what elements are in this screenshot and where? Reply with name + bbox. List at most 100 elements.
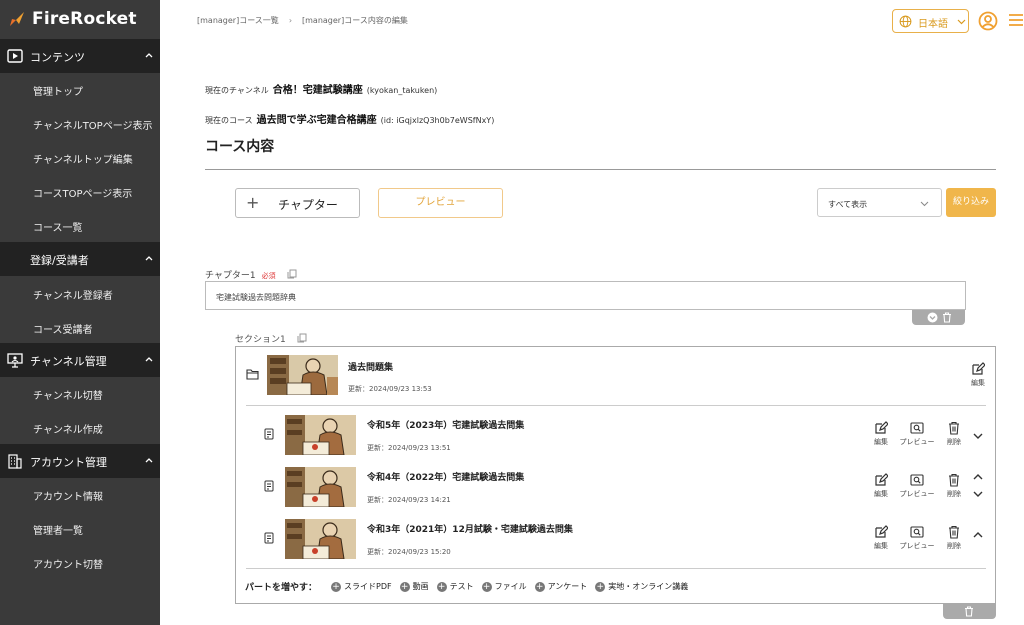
breadcrumb-item-course-edit: [manager]コース内容の編集 bbox=[302, 16, 408, 25]
chevron-up-icon bbox=[145, 357, 153, 362]
plus-circle-icon: + bbox=[595, 581, 606, 592]
trash-icon bbox=[949, 421, 959, 435]
edit-icon bbox=[875, 473, 888, 486]
logo[interactable]: FireRocket bbox=[8, 8, 137, 30]
preview-icon bbox=[910, 526, 924, 538]
breadcrumb-separator: › bbox=[288, 16, 293, 25]
plus-circle-icon: + bbox=[534, 581, 545, 592]
item-edit-button[interactable]: 編集 bbox=[867, 421, 895, 449]
folder-title: 過去問題集 bbox=[348, 363, 394, 373]
add-part-survey[interactable]: + アンケート bbox=[534, 581, 587, 592]
chevron-up-icon bbox=[145, 458, 153, 463]
folder-edit-button[interactable]: 編集 bbox=[964, 362, 992, 390]
thumbnail-image bbox=[285, 467, 356, 507]
chevron-down-icon bbox=[957, 19, 966, 25]
item-updated-date: 更新：2024/09/23 13:51 bbox=[367, 444, 451, 452]
add-part-file[interactable]: + ファイル bbox=[481, 581, 527, 592]
move-down-chevron-icon[interactable] bbox=[972, 431, 984, 441]
edit-icon bbox=[875, 525, 888, 538]
trash-icon bbox=[949, 525, 959, 539]
filter-select[interactable]: すべて表示 bbox=[817, 188, 942, 217]
thumbnail-image bbox=[267, 355, 338, 395]
page-title: コース内容 bbox=[205, 139, 275, 155]
globe-icon bbox=[899, 15, 912, 28]
sidebar-item-course-students[interactable]: コース受講者 bbox=[0, 310, 160, 344]
chevron-up-icon bbox=[145, 256, 153, 261]
preview-button[interactable]: プレビュー bbox=[378, 188, 503, 218]
item-updated-date: 更新：2024/09/23 15:20 bbox=[367, 548, 451, 556]
play-icon bbox=[7, 49, 23, 63]
sidebar-section-registrants[interactable]: 登録/受講者 bbox=[0, 242, 160, 276]
item-delete-button[interactable]: 削除 bbox=[940, 421, 968, 449]
sidebar-section-label: コンテンツ bbox=[30, 51, 85, 64]
chapter-title-input[interactable]: 宅建試験過去問題辞典 bbox=[205, 281, 966, 310]
course-name: 過去問で学ぶ宅建合格講座 bbox=[256, 115, 377, 126]
copy-icon[interactable] bbox=[287, 269, 297, 279]
move-down-chevron-icon[interactable] bbox=[972, 489, 984, 499]
add-part-slide-pdf[interactable]: + スライドPDF bbox=[331, 581, 392, 592]
sidebar-section-contents[interactable]: コンテンツ bbox=[0, 39, 160, 73]
plus-circle-icon: + bbox=[481, 581, 492, 592]
sidebar-item-course-list[interactable]: コース一覧 bbox=[0, 208, 160, 242]
chapter-label: チャプター1 bbox=[205, 271, 256, 281]
item-edit-button[interactable]: 編集 bbox=[867, 525, 895, 553]
folder-icon bbox=[246, 369, 259, 380]
item-preview-button[interactable]: プレビュー bbox=[897, 473, 937, 501]
item-preview-button[interactable]: プレビュー bbox=[897, 525, 937, 553]
trash-icon[interactable] bbox=[964, 606, 974, 617]
presentation-icon bbox=[7, 353, 23, 368]
item-edit-button[interactable]: 編集 bbox=[867, 473, 895, 501]
user-icon[interactable] bbox=[978, 11, 998, 31]
sidebar-item-channel-create[interactable]: チャンネル作成 bbox=[0, 410, 160, 444]
item-preview-button[interactable]: プレビュー bbox=[897, 421, 937, 449]
sidebar-item-channel-registrants[interactable]: チャンネル登録者 bbox=[0, 276, 160, 310]
chapter-controls bbox=[912, 310, 965, 325]
document-icon bbox=[264, 480, 274, 492]
sidebar-item-admin-top[interactable]: 管理トップ bbox=[0, 72, 160, 106]
filter-button[interactable]: 絞り込み bbox=[946, 188, 996, 217]
collapse-chevron-icon[interactable] bbox=[927, 312, 938, 323]
add-part-live-lecture[interactable]: + 実地・オンライン講義 bbox=[595, 581, 688, 592]
language-select[interactable]: 日本語 bbox=[892, 9, 969, 33]
breadcrumb-item-course-list[interactable]: [manager]コース一覧 bbox=[197, 16, 279, 25]
sidebar-item-admin-list[interactable]: 管理者一覧 bbox=[0, 511, 160, 545]
sidebar-section-account-management[interactable]: アカウント管理 bbox=[0, 444, 160, 478]
preview-icon bbox=[910, 422, 924, 434]
plus-icon: + bbox=[246, 193, 260, 212]
add-chapter-button[interactable]: + チャプター bbox=[235, 188, 360, 218]
plus-circle-icon: + bbox=[399, 581, 410, 592]
copy-icon[interactable] bbox=[297, 333, 307, 343]
section-controls bbox=[943, 604, 996, 619]
sidebar-item-channel-top-view[interactable]: チャンネルTOPページ表示 bbox=[0, 106, 160, 140]
item-delete-button[interactable]: 削除 bbox=[940, 473, 968, 501]
add-parts-row: パートを増やす： + スライドPDF + 動画 + テスト + ファイル + アンケート … bbox=[245, 580, 688, 593]
item-delete-button[interactable]: 削除 bbox=[940, 525, 968, 553]
trash-icon bbox=[949, 473, 959, 487]
document-icon bbox=[264, 428, 274, 440]
sidebar-section-label: チャンネル管理 bbox=[30, 355, 107, 368]
divider bbox=[246, 568, 986, 569]
sidebar-item-account-info[interactable]: アカウント情報 bbox=[0, 477, 160, 511]
sidebar-item-channel-switch[interactable]: チャンネル切替 bbox=[0, 376, 160, 410]
move-up-chevron-icon[interactable] bbox=[972, 530, 984, 540]
trash-icon[interactable] bbox=[942, 312, 952, 323]
current-course: 現在のコース 過去問で学ぶ宅建合格講座 (id: iGqjxlzQ3h0b7eWSf… bbox=[205, 115, 495, 126]
add-part-video[interactable]: + 動画 bbox=[399, 581, 429, 592]
thumbnail-image bbox=[285, 415, 356, 455]
building-icon bbox=[8, 454, 22, 469]
sidebar-section-label: 登録/受講者 bbox=[30, 254, 89, 267]
add-part-test[interactable]: + テスト bbox=[436, 581, 474, 592]
breadcrumb: [manager]コース一覧 › [manager]コース内容の編集 bbox=[197, 15, 408, 26]
section-label: セクション1 bbox=[235, 335, 286, 345]
preview-icon bbox=[910, 474, 924, 486]
sidebar-item-channel-top-edit[interactable]: チャンネルトップ編集 bbox=[0, 140, 160, 174]
channel-id: (kyokan_takuken) bbox=[366, 86, 438, 95]
sidebar: FireRocket コンテンツ 管理トップ チャンネルTOPページ表示 チャン… bbox=[0, 0, 160, 625]
sidebar-section-label: アカウント管理 bbox=[30, 456, 107, 469]
sidebar-section-channel-management[interactable]: チャンネル管理 bbox=[0, 343, 160, 377]
sidebar-item-course-top-view[interactable]: コースTOPページ表示 bbox=[0, 174, 160, 208]
sidebar-item-account-switch[interactable]: アカウント切替 bbox=[0, 545, 160, 579]
hamburger-menu-icon[interactable] bbox=[1008, 12, 1024, 28]
folder-updated-date: 更新：2024/09/23 13:53 bbox=[348, 385, 432, 393]
move-up-chevron-icon[interactable] bbox=[972, 472, 984, 482]
